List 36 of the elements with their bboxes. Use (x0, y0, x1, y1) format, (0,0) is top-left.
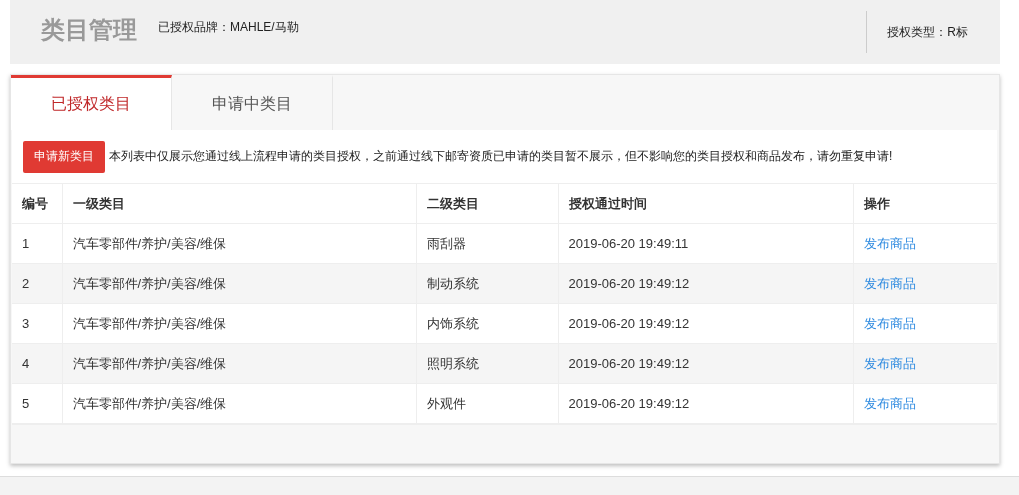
table-cell: 汽车零部件/养护/美容/维保 (62, 263, 416, 304)
table-cell: 外观件 (416, 383, 558, 424)
table-cell: 2019-06-20 19:49:12 (558, 263, 853, 304)
table-cell: 汽车零部件/养护/美容/维保 (62, 343, 416, 384)
notice-text: 本列表中仅展示您通过线上流程申请的类目授权，之前通过线下邮寄资质已申请的类目暂不展示，但不影响您的类目授权和商品发布，请勿重复申请! (109, 148, 893, 165)
column-header: 操作 (853, 184, 997, 224)
auth-type-label: 授权类型：R标 (866, 11, 1000, 53)
table-cell: 2019-06-20 19:49:11 (558, 223, 853, 264)
brand-label: 已授权品牌：MAHLE/马勒 (158, 19, 299, 36)
column-header: 编号 (12, 184, 62, 224)
publish-link[interactable]: 发布商品 (863, 235, 916, 251)
column-header: 一级类目 (62, 184, 416, 224)
publish-link[interactable]: 发布商品 (863, 355, 916, 371)
table-cell: 2019-06-20 19:49:12 (558, 343, 853, 384)
table-cell: 2019-06-20 19:49:12 (558, 303, 853, 344)
tab[interactable]: 已授权类目 (11, 75, 172, 130)
table-cell: 4 (12, 343, 62, 384)
column-header: 二级类目 (416, 184, 558, 224)
table-cell: 汽车零部件/养护/美容/维保 (62, 383, 416, 424)
table-cell: 照明系统 (416, 343, 558, 384)
publish-link[interactable]: 发布商品 (863, 395, 916, 411)
table-cell: 汽车零部件/养护/美容/维保 (62, 303, 416, 344)
publish-link[interactable]: 发布商品 (863, 275, 916, 291)
column-header: 授权通过时间 (558, 184, 853, 224)
page-title: 类目管理 (41, 15, 137, 45)
table-cell: 内饰系统 (416, 303, 558, 344)
table-cell: 2019-06-20 19:49:12 (558, 383, 853, 424)
table-cell: 制动系统 (416, 263, 558, 304)
table-cell: 汽车零部件/养护/美容/维保 (62, 223, 416, 264)
apply-button[interactable]: 申请新类目 (23, 140, 105, 173)
table-cell: 1 (12, 223, 62, 264)
publish-link[interactable]: 发布商品 (863, 315, 916, 331)
table-cell: 雨刮器 (416, 223, 558, 264)
table-cell: 2 (12, 263, 62, 304)
table-cell: 5 (12, 383, 62, 424)
table-cell: 3 (12, 303, 62, 344)
